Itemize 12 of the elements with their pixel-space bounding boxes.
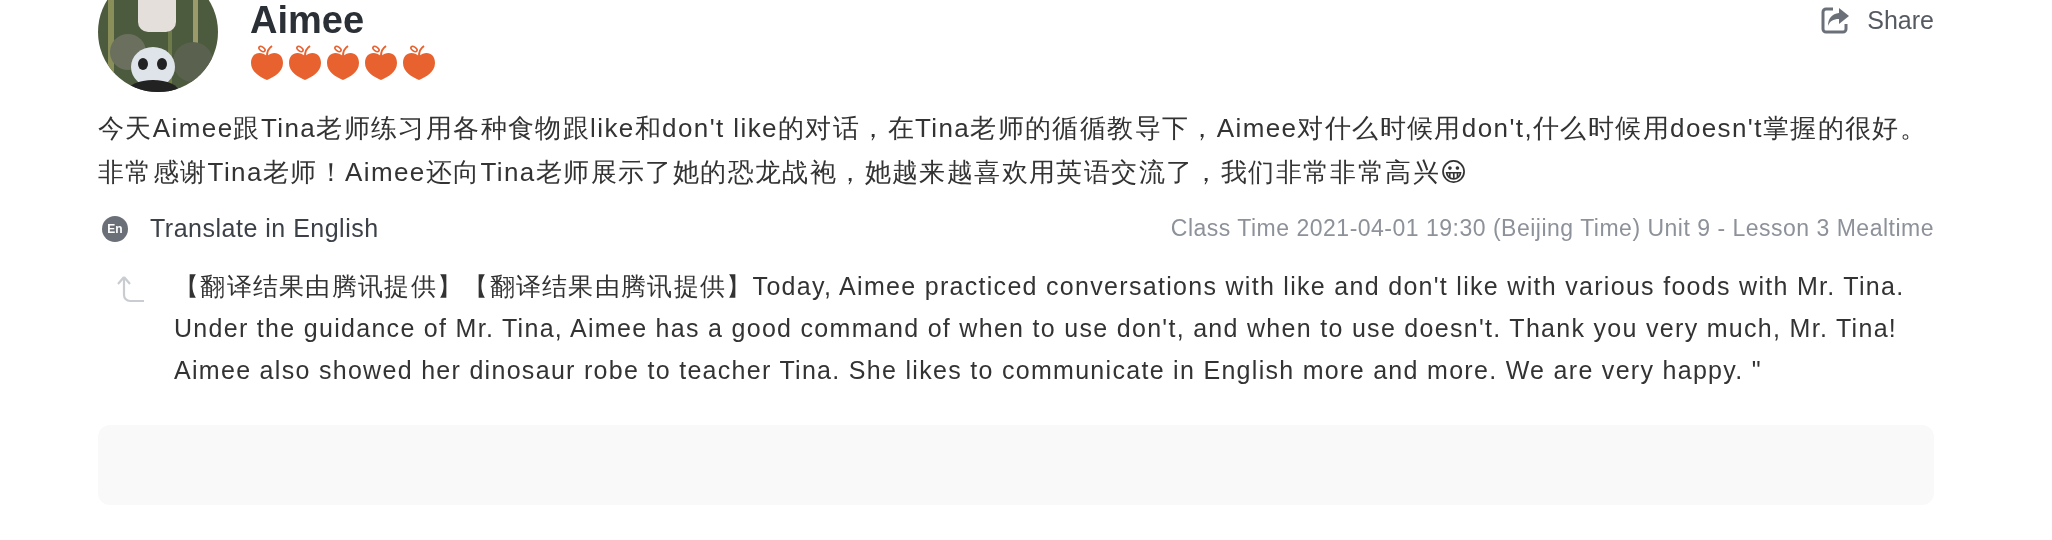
share-button[interactable]: Share <box>1819 4 1934 36</box>
peach-icon <box>364 44 398 80</box>
user-name: Aimee <box>250 0 366 40</box>
comment-text: 今天Aimee跟Tina老师练习用各种食物跟like和don't like的对话，在Tina老师的循循教导下，Aimee对什么时候用don't,什么时候用doesn't掌握的很好。非常感谢Tina老师！Aimee还向Tina老师展示了她的恐龙战袍，她越来越喜欢用英语交流了，我们非常非常高兴😀 <box>98 112 1928 189</box>
translate-link[interactable]: Translate in English <box>150 214 379 243</box>
peach-icon <box>402 44 436 80</box>
peach-icon <box>250 44 284 80</box>
peach-icon <box>326 44 360 80</box>
language-badge: En <box>102 215 128 242</box>
class-info: Class Time 2021-04-01 19:30 (Beijing Time) Unit 9 - Lesson 3 Mealtime <box>1170 215 1934 242</box>
translation-text: 【翻译结果由腾讯提供】【翻译结果由腾讯提供】Today, Aimee practiced conversations with like and don't like with various foods with Mr. Tina. Under the guidance of Mr. Tina, Aimee has a good command of when to use don't, and when to use doesn't. Thank you very much, Mr. Tina! Aimee also showed her dinosaur robe to teacher Tina. She likes to communicate in English more and more. We are very happy. " <box>174 271 1906 386</box>
peach-icon <box>288 44 322 80</box>
